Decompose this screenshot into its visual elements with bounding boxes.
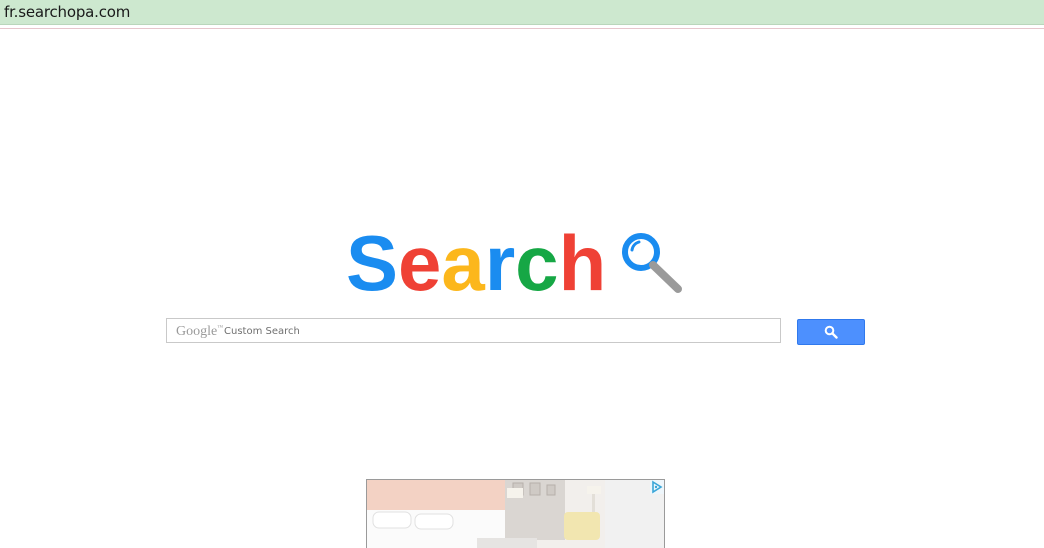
magnifier-icon: [622, 233, 682, 293]
search-logo: Search: [346, 222, 682, 302]
logo-letter-r: r: [484, 219, 516, 307]
google-brand-text: Google: [176, 324, 218, 339]
logo-wordmark: Search: [346, 224, 606, 302]
ad-banner[interactable]: [366, 479, 665, 548]
ad-image[interactable]: [367, 480, 665, 548]
page-divider: [0, 28, 1044, 29]
logo-letter-a: a: [441, 219, 485, 307]
trademark-mark: ™: [217, 325, 224, 331]
search-icon: [824, 325, 838, 339]
search-placeholder: Custom Search: [224, 326, 300, 337]
logo-letter-h: h: [558, 219, 607, 307]
address-bar[interactable]: fr.searchopa.com: [0, 0, 1044, 25]
adchoices-badge[interactable]: [650, 480, 664, 494]
logo-letter-e: e: [398, 219, 442, 307]
logo-letter-s: S: [346, 219, 399, 307]
url-text[interactable]: fr.searchopa.com: [4, 3, 130, 21]
google-brand: Google™: [176, 324, 223, 340]
search-input[interactable]: Google™ Custom Search: [166, 318, 781, 343]
adchoices-icon: [652, 480, 663, 494]
logo-letter-c: c: [515, 219, 559, 307]
search-button[interactable]: [797, 319, 865, 345]
